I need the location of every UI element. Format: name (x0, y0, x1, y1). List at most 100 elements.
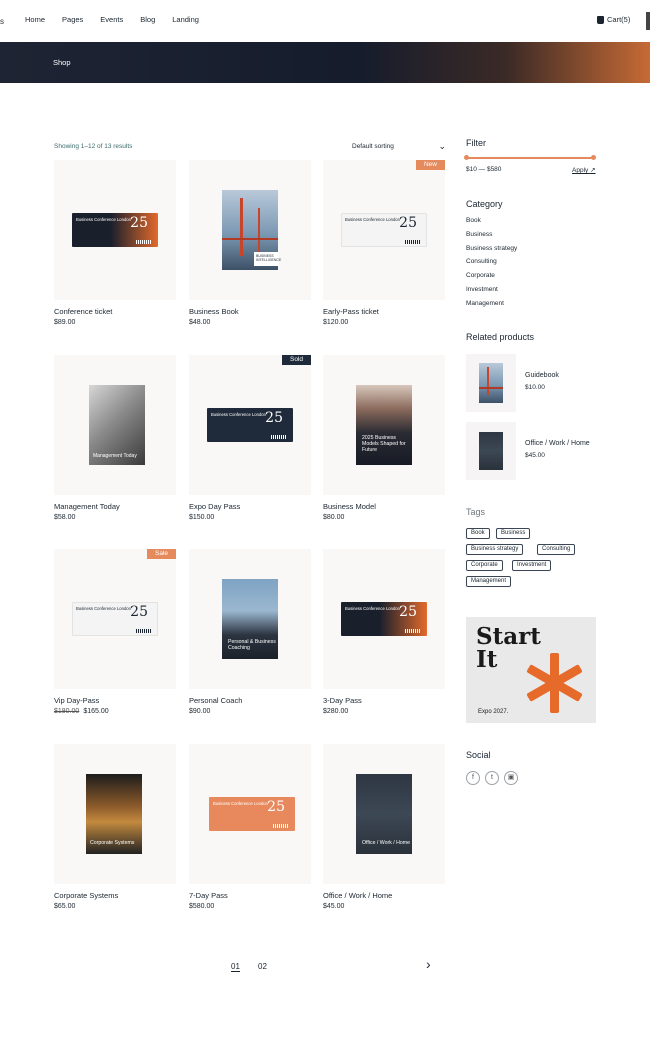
facebook-icon[interactable]: f (466, 771, 480, 785)
product-image[interactable]: Corporate Systems (54, 744, 176, 884)
product-name[interactable]: Office / Work / Home (323, 891, 392, 900)
product-card[interactable]: Sold Business Conference London 25 Expo … (189, 355, 311, 521)
category-link[interactable]: Corporate (466, 272, 495, 279)
related-product-price: $45.00 (525, 452, 545, 459)
product-image[interactable]: Management Today (54, 355, 176, 495)
chevron-down-icon: ⌄ (438, 141, 446, 151)
barcode-icon (405, 629, 421, 633)
book-cover-bridge: BUSINESS INTELLIGENCE (222, 190, 281, 270)
barcode-icon (136, 629, 152, 633)
price-range-slider[interactable] (464, 155, 596, 160)
product-image[interactable]: 2025 Business Models Shaped for Future (323, 355, 445, 495)
category-link[interactable]: Management (466, 300, 504, 307)
product-name[interactable]: 3-Day Pass (323, 696, 362, 705)
nav-home[interactable]: Home (25, 15, 45, 24)
category-link[interactable]: Book (466, 217, 481, 224)
product-name[interactable]: Conference ticket (54, 307, 112, 316)
nav-landing[interactable]: Landing (172, 15, 199, 24)
tag-link[interactable]: Business strategy (466, 544, 524, 555)
old-price: $180.00 (54, 708, 80, 715)
barcode-icon (405, 240, 421, 244)
sort-select[interactable]: Default sorting ⌄ (352, 141, 446, 151)
breadcrumb: Shop (53, 58, 71, 67)
product-price: $280.00 (323, 708, 349, 715)
bridge-tower (487, 367, 489, 395)
ticket-artwork: Business Conference London 25 (209, 797, 295, 831)
promo-line2: It (476, 646, 498, 673)
product-name[interactable]: Expo Day Pass (189, 502, 240, 511)
ticket-year: 25 (265, 410, 283, 426)
product-card[interactable]: Business Conference London 25 Conference… (54, 160, 176, 326)
product-card[interactable]: Business Conference London 25 3-Day Pass… (323, 549, 445, 715)
range-handle-max[interactable] (591, 155, 596, 160)
barcode-icon (271, 435, 287, 439)
nav-pages[interactable]: Pages (62, 15, 83, 24)
product-name[interactable]: Management Today (54, 502, 120, 511)
cart-link[interactable]: Cart(5) (597, 15, 630, 24)
product-image[interactable]: Sale Business Conference London 25 (54, 549, 176, 689)
tag-link[interactable]: Business (496, 528, 531, 539)
product-image[interactable]: BUSINESS INTELLIGENCE (189, 160, 311, 300)
book-cover-office: Office / Work / Home (356, 774, 412, 854)
apply-filter-button[interactable]: Apply ↗ (572, 166, 596, 174)
promo-banner[interactable]: Start It Expo 2027. (466, 617, 596, 723)
side-panel-toggle[interactable] (646, 12, 650, 30)
product-card[interactable]: Personal & Business Coaching Personal Co… (189, 549, 311, 715)
tag-link[interactable]: Investment (512, 560, 552, 571)
category-link[interactable]: Business strategy (466, 245, 517, 252)
product-card[interactable]: Sale Business Conference London 25 Vip D… (54, 549, 176, 715)
related-product-image[interactable] (466, 354, 516, 412)
product-card[interactable]: Corporate Systems Corporate Systems $65.… (54, 744, 176, 910)
product-card[interactable]: BUSINESS INTELLIGENCE Business Book $48.… (189, 160, 311, 326)
category-link[interactable]: Consulting (466, 258, 497, 265)
product-card[interactable]: 2025 Business Models Shaped for Future B… (323, 355, 445, 521)
bridge-tower (240, 198, 243, 256)
sold-badge: Sold (281, 355, 311, 365)
product-image[interactable]: Sold Business Conference London 25 (189, 355, 311, 495)
product-image[interactable]: Business Conference London 25 (323, 549, 445, 689)
related-product-image[interactable] (466, 422, 516, 480)
product-image[interactable]: Office / Work / Home (323, 744, 445, 884)
social-heading: Social (466, 750, 491, 760)
book-cover-management: Management Today (89, 385, 145, 465)
product-name[interactable]: Corporate Systems (54, 891, 118, 900)
product-card[interactable]: Management Today Management Today $58.00 (54, 355, 176, 521)
tag-link[interactable]: Management (466, 576, 512, 587)
product-image[interactable]: Business Conference London 25 (189, 744, 311, 884)
ticket-artwork: Business Conference London 25 (72, 602, 158, 636)
book-cover-models: 2025 Business Models Shaped for Future (356, 385, 412, 465)
chevron-right-icon[interactable]: › (426, 956, 431, 972)
book-title: Management Today (93, 453, 137, 459)
range-handle-min[interactable] (464, 155, 469, 160)
category-link[interactable]: Investment (466, 286, 498, 293)
category-link[interactable]: Business (466, 231, 492, 238)
product-image[interactable]: Personal & Business Coaching (189, 549, 311, 689)
related-product-name[interactable]: Guidebook (525, 372, 559, 379)
product-image[interactable]: New Business Conference London 25 (323, 160, 445, 300)
nav-blog[interactable]: Blog (140, 15, 155, 24)
office-cover (479, 432, 503, 470)
sort-value: Default sorting (352, 143, 394, 150)
product-name[interactable]: Business Book (189, 307, 239, 316)
instagram-icon[interactable]: ▣ (504, 771, 518, 785)
page-2-link[interactable]: 02 (258, 962, 267, 971)
page-1-link[interactable]: 01 (231, 962, 240, 972)
tag-link[interactable]: Consulting (537, 544, 576, 555)
product-card[interactable]: Business Conference London 25 7-Day Pass… (189, 744, 311, 910)
product-name[interactable]: 7-Day Pass (189, 891, 228, 900)
tag-link[interactable]: Corporate (466, 560, 503, 571)
nav-events[interactable]: Events (100, 15, 123, 24)
product-name[interactable]: Business Model (323, 502, 376, 511)
product-name[interactable]: Early-Pass ticket (323, 307, 379, 316)
tag-link[interactable]: Book (466, 528, 490, 539)
product-name[interactable]: Vip Day-Pass (54, 696, 99, 705)
product-name[interactable]: Personal Coach (189, 696, 242, 705)
product-card[interactable]: New Business Conference London 25 Early-… (323, 160, 445, 326)
related-product-name[interactable]: Office / Work / Home (525, 440, 590, 447)
twitter-icon[interactable]: t (485, 771, 499, 785)
book-cover-coach: Personal & Business Coaching (222, 579, 278, 659)
arrow-up-right-icon: ↗ (590, 167, 596, 174)
product-card[interactable]: Office / Work / Home Office / Work / Hom… (323, 744, 445, 910)
book-title: 2025 Business Models Shaped for Future (362, 435, 406, 453)
product-image[interactable]: Business Conference London 25 (54, 160, 176, 300)
